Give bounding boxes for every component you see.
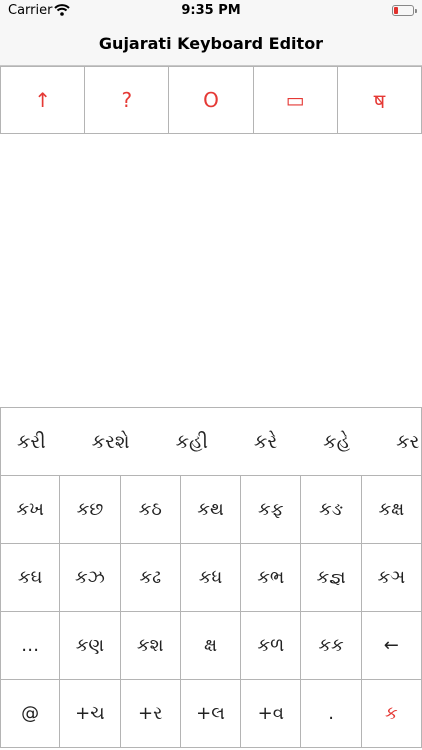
key[interactable]: કઠ (120, 476, 181, 544)
backspace-key[interactable]: ← (361, 612, 422, 680)
suggestion-item[interactable]: કહી (176, 431, 208, 453)
gujarati-keyboard: કરી કરશે કહી કરે કહે કર કખ કછ કઠ કથ કફ ક… (0, 407, 422, 750)
key[interactable]: કક (301, 612, 362, 680)
toolbar-button-circle[interactable]: O (169, 66, 254, 134)
question-icon: ? (121, 88, 133, 112)
circle-icon: O (203, 88, 219, 112)
suggestion-item[interactable]: કરે (254, 431, 277, 453)
devanagari-sha-icon: ष (373, 88, 386, 113)
key-grid: કખ કછ કઠ કથ કફ કઙ કક્ષ કઘ કઝ કઢ કધ કભ કજ… (0, 476, 422, 748)
more-keys-button[interactable]: … (0, 612, 61, 680)
key[interactable]: કથ (180, 476, 242, 544)
key[interactable]: કખ (0, 476, 61, 544)
key[interactable]: કઞ (361, 544, 422, 612)
key[interactable]: કફ (241, 476, 302, 544)
suggestion-item[interactable]: કહે (323, 431, 350, 453)
key[interactable]: ક્ષ (180, 612, 242, 680)
suggestion-item[interactable]: કરશે (92, 431, 130, 453)
suggestion-bar: કરી કરશે કહી કરે કહે કર (0, 407, 422, 476)
period-key[interactable]: . (301, 680, 362, 748)
key[interactable]: +ચ (60, 680, 121, 748)
toolbar-button-sha[interactable]: ष (337, 66, 422, 134)
arrow-up-icon: ↑ (34, 88, 51, 112)
toolbar: ↑ ? O ▭ ष (0, 66, 422, 134)
status-time: 9:35 PM (181, 3, 241, 18)
key[interactable]: +ર (120, 680, 181, 748)
key[interactable]: કઢ (120, 544, 181, 612)
navigation-bar: Gujarati Keyboard Editor (0, 22, 422, 66)
toolbar-button-question[interactable]: ? (85, 66, 170, 134)
status-bar: Carrier 9:35 PM (0, 0, 422, 22)
key[interactable]: કજ્ઞ (301, 544, 362, 612)
key[interactable]: કભ (241, 544, 302, 612)
key[interactable]: કક્ષ (361, 476, 422, 544)
suggestion-item[interactable]: કર (396, 431, 419, 453)
key[interactable]: કશ (120, 612, 181, 680)
toolbar-button-rectangle[interactable]: ▭ (253, 66, 338, 134)
toolbar-button-up[interactable]: ↑ (0, 66, 86, 134)
at-key[interactable]: @ (0, 680, 61, 748)
key[interactable]: કઝ (60, 544, 121, 612)
key[interactable]: કધ (180, 544, 242, 612)
page-title: Gujarati Keyboard Editor (98, 34, 324, 53)
suggestion-item[interactable]: કરી (17, 431, 46, 453)
key[interactable]: કળ (241, 612, 302, 680)
key[interactable]: કઙ (301, 476, 362, 544)
key[interactable]: કણ (60, 612, 121, 680)
battery-icon (392, 5, 417, 16)
rectangle-icon: ▭ (285, 88, 305, 112)
key[interactable]: કછ (60, 476, 121, 544)
battery-level (394, 7, 398, 14)
base-letter-key[interactable]: ક (361, 680, 422, 748)
key[interactable]: +વ (241, 680, 302, 748)
key[interactable]: કઘ (0, 544, 61, 612)
key[interactable]: +લ (180, 680, 242, 748)
